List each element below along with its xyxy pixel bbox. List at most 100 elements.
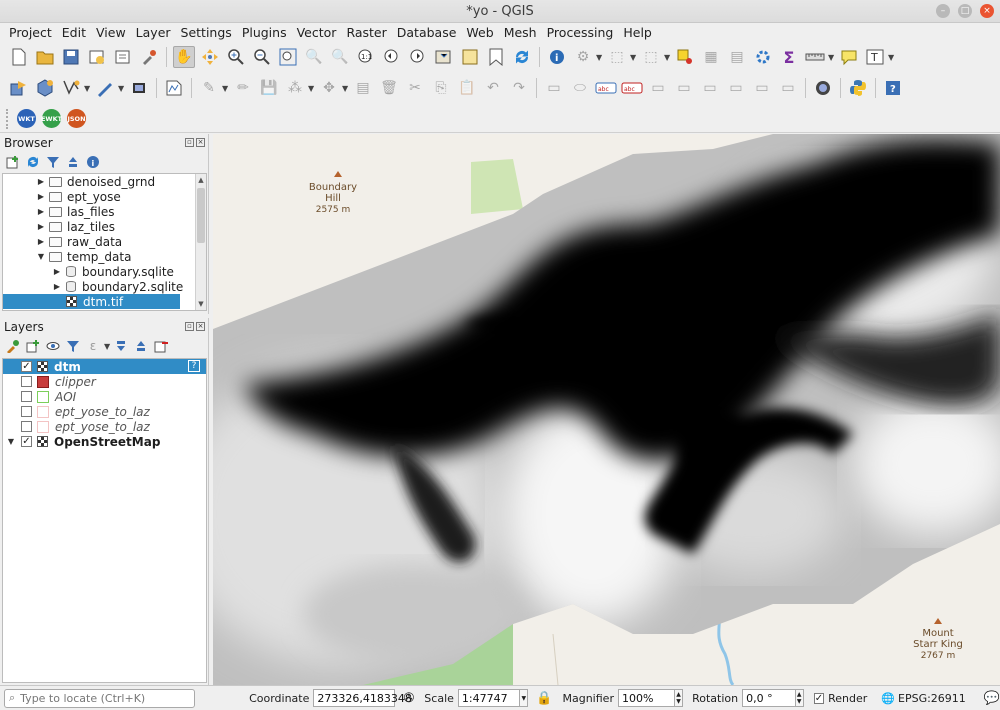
move-label-icon[interactable]: ▭ — [647, 77, 669, 99]
maximize-button[interactable]: □ — [958, 4, 972, 18]
locator-input[interactable]: ⌕ Type to locate (Ctrl+K) — [4, 688, 196, 708]
scale-dropdown-arrow[interactable]: ▼ — [520, 689, 529, 707]
gps-toolbar-icon[interactable] — [128, 77, 150, 99]
save-project-icon[interactable] — [60, 46, 82, 68]
processing-toolbox-icon[interactable] — [752, 46, 774, 68]
map-tips-icon[interactable] — [838, 46, 860, 68]
render-checkbox[interactable]: ✓ — [813, 692, 825, 704]
layer-ept-yose-to-laz[interactable]: ept_yose_to_laz — [3, 404, 206, 419]
ewkt-plugin-button[interactable]: EWKT — [41, 109, 62, 128]
json-plugin-button[interactable]: JSON — [67, 109, 86, 128]
add-selected-layers-icon[interactable] — [4, 153, 22, 171]
layer-visibility-checkbox[interactable]: ✓ — [21, 436, 32, 447]
zoom-native-resolution-icon[interactable]: 1:1 — [355, 46, 377, 68]
filter-icon[interactable] — [44, 153, 62, 171]
tree-item-denoised-grnd[interactable]: ▶ denoised_grnd — [3, 174, 206, 189]
action-tool-icon[interactable]: ⚙ — [572, 46, 594, 68]
modify-attributes-icon[interactable]: ▤ — [352, 77, 374, 99]
layer-visibility-checkbox[interactable] — [21, 406, 32, 417]
menu-web[interactable]: Web — [461, 25, 498, 40]
tree-item-boundary2-sqlite[interactable]: ▶ boundary2.sqlite — [3, 279, 206, 294]
python-console-icon[interactable] — [847, 77, 869, 99]
layer-clipper[interactable]: clipper — [3, 374, 206, 389]
rotation-field[interactable]: 0,0 ° — [742, 689, 796, 707]
expand-arrow-icon[interactable]: ▼ — [5, 437, 17, 446]
menu-mesh[interactable]: Mesh — [499, 25, 542, 40]
add-vector-layer-icon[interactable] — [163, 77, 185, 99]
close-panel-icon[interactable]: × — [196, 322, 205, 331]
menu-view[interactable]: View — [91, 25, 131, 40]
toggle-editing-icon[interactable]: ✏ — [232, 77, 254, 99]
refresh-icon[interactable] — [511, 46, 533, 68]
wkt-plugin-button[interactable]: WKT — [17, 109, 36, 128]
pan-to-selection-icon[interactable] — [199, 46, 221, 68]
layer-openstreetmap[interactable]: ▼ ✓ OpenStreetMap — [3, 434, 206, 449]
show-hide-labels-icon[interactable]: ▭ — [725, 77, 747, 99]
zoom-last-icon[interactable] — [381, 46, 403, 68]
zoom-out-icon[interactable] — [251, 46, 273, 68]
collapse-all-icon[interactable] — [132, 337, 150, 355]
filter-by-expression-icon[interactable]: ε — [84, 337, 102, 355]
layer-ept-yose-to-laz-2[interactable]: ept_yose_to_laz — [3, 419, 206, 434]
statistical-summary-icon[interactable]: Σ — [778, 46, 800, 68]
highlight-pinned-labels-icon[interactable]: abc — [621, 77, 643, 99]
temporal-controller-icon[interactable] — [459, 46, 481, 68]
layer-dtm[interactable]: ✓ dtm ? — [3, 359, 206, 374]
remove-layer-icon[interactable] — [152, 337, 170, 355]
zoom-to-selection-icon[interactable]: 🔍 — [303, 46, 325, 68]
select-features-icon[interactable]: ⬚ — [606, 46, 628, 68]
manage-visibility-icon[interactable] — [44, 337, 62, 355]
tree-item-raw-data[interactable]: ▶ raw_data — [3, 234, 206, 249]
style-manager-icon[interactable] — [138, 46, 160, 68]
new-project-icon[interactable] — [8, 46, 30, 68]
toggle-extents-icon[interactable]: ✇ — [403, 691, 414, 706]
layer-visibility-checkbox[interactable] — [21, 391, 32, 402]
add-feature-icon[interactable]: ⁂ — [284, 77, 306, 99]
coordinate-field[interactable]: 273326,4183348 — [313, 689, 412, 707]
save-edits-icon[interactable]: 💾 — [258, 77, 280, 99]
help-icon[interactable]: ? — [882, 77, 904, 99]
identify-features-icon[interactable]: i — [546, 46, 568, 68]
layer-labeling-icon[interactable]: ⬭ — [569, 77, 591, 99]
style-layer-icon[interactable] — [4, 337, 22, 355]
layer-diagram-icon[interactable]: abc — [595, 77, 617, 99]
copy-features-icon[interactable]: ⎘ — [430, 77, 452, 99]
minimize-button[interactable]: – — [936, 4, 950, 18]
data-source-manager-icon[interactable] — [8, 77, 30, 99]
zoom-to-layer-icon[interactable]: 🔍 — [329, 46, 351, 68]
layer-visibility-checkbox[interactable] — [21, 376, 32, 387]
measure-line-icon[interactable] — [804, 46, 826, 68]
pan-icon[interactable]: ✋ — [173, 46, 195, 68]
menu-edit[interactable]: Edit — [57, 25, 91, 40]
messages-icon[interactable]: 💬 — [984, 691, 1000, 706]
properties-icon[interactable]: i — [84, 153, 102, 171]
text-annotation-icon[interactable]: T — [864, 46, 886, 68]
deselect-features-icon[interactable]: ⬚ — [640, 46, 662, 68]
lock-scale-icon[interactable]: 🔒 — [536, 691, 552, 706]
refresh-icon[interactable] — [24, 153, 42, 171]
tree-item-las-files[interactable]: ▶ las_files — [3, 204, 206, 219]
close-panel-icon[interactable]: × — [196, 138, 205, 147]
open-project-icon[interactable] — [34, 46, 56, 68]
zoom-in-icon[interactable] — [225, 46, 247, 68]
magnifier-spinner[interactable]: ▲ ▼ — [675, 689, 684, 707]
tree-item-laz-tiles[interactable]: ▶ laz_tiles — [3, 219, 206, 234]
layer-visibility-checkbox[interactable]: ✓ — [21, 361, 32, 372]
collapse-all-icon[interactable] — [64, 153, 82, 171]
menu-settings[interactable]: Settings — [176, 25, 237, 40]
new-print-layout-icon[interactable] — [86, 46, 108, 68]
layout-manager-icon[interactable] — [112, 46, 134, 68]
layer-visibility-checkbox[interactable] — [21, 421, 32, 432]
layer-warning-badge[interactable]: ? — [188, 360, 200, 372]
redo-icon[interactable]: ↷ — [508, 77, 530, 99]
menu-database[interactable]: Database — [392, 25, 462, 40]
layer-aoi[interactable]: AOI — [3, 389, 206, 404]
pin-labels-icon[interactable]: ▭ — [751, 77, 773, 99]
crs-indicator[interactable]: EPSG:26911 — [898, 692, 966, 705]
label-tool-icon[interactable]: ▭ — [543, 77, 565, 99]
rotation-spinner[interactable]: ▲ ▼ — [795, 689, 804, 707]
menu-help[interactable]: Help — [618, 25, 657, 40]
undo-icon[interactable]: ↶ — [482, 77, 504, 99]
float-panel-icon[interactable]: ▫ — [185, 322, 194, 331]
rotate-label-icon[interactable]: ▭ — [673, 77, 695, 99]
